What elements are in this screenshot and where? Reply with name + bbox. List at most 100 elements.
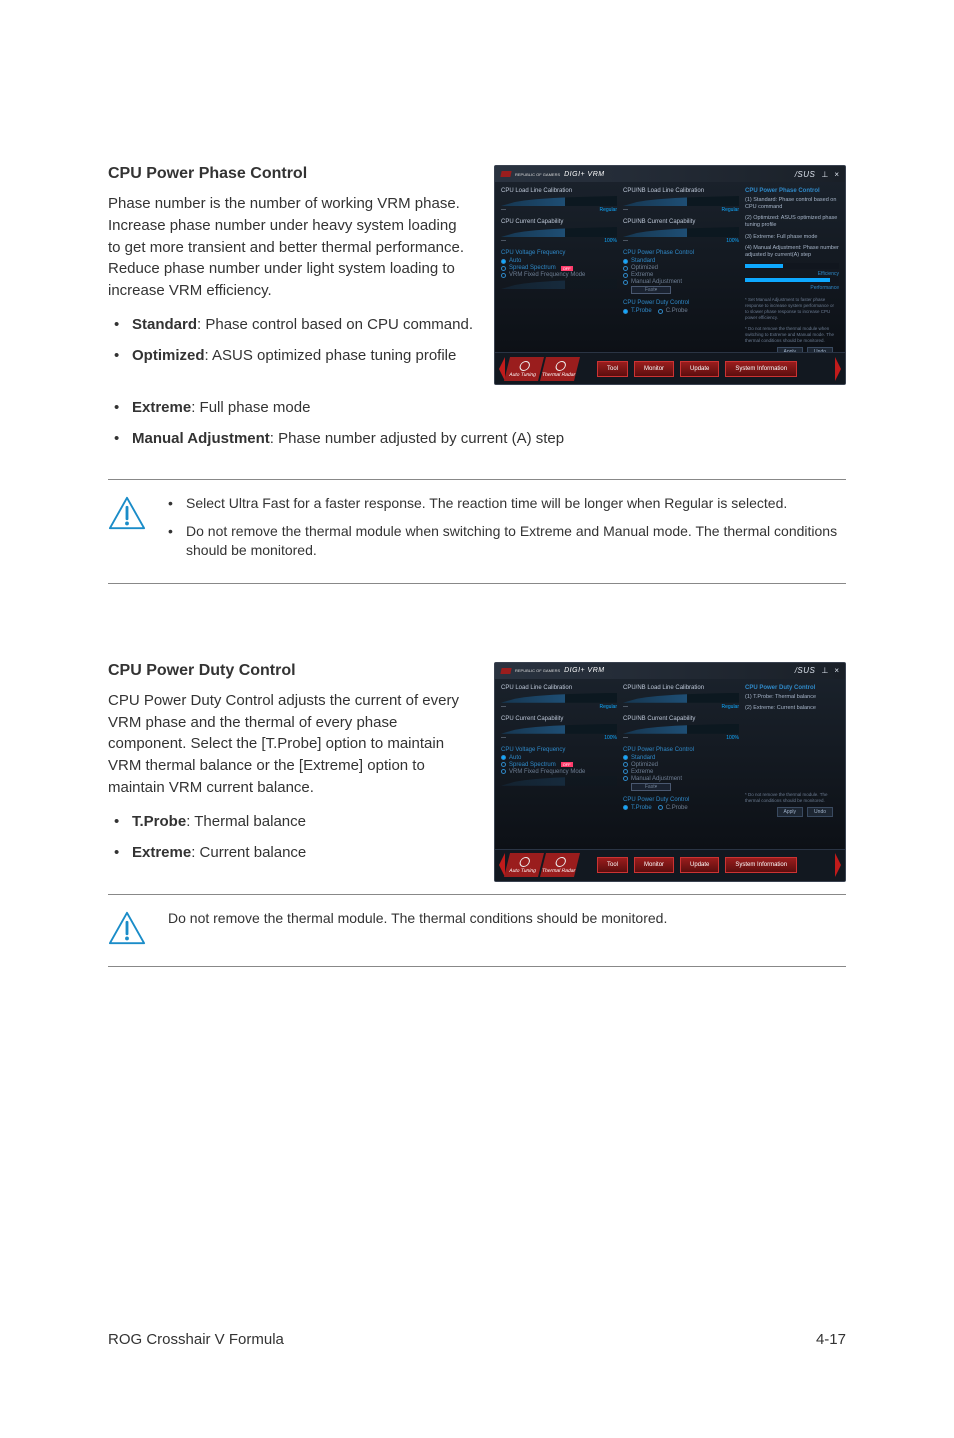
label-cpu-phase: CPU Power Phase Control: [623, 747, 739, 753]
slider-val-100b: 100%: [726, 238, 739, 244]
label-cpu-voltage: CPU Voltage Frequency: [501, 747, 617, 753]
radio-optimized[interactable]: Optimized: [623, 762, 739, 768]
label-cpu-load: CPU Load Line Calibration: [501, 188, 617, 194]
note-item: Select Ultra Fast for a faster response.…: [168, 494, 838, 514]
right-panel-title: CPU Power Duty Control: [745, 685, 839, 691]
close-icon[interactable]: ×: [834, 170, 839, 179]
nav-right-icon[interactable]: [835, 357, 841, 381]
radio-spread[interactable]: Spread SpectrumOFF: [501, 265, 617, 271]
radio-auto[interactable]: Auto: [501, 755, 617, 761]
radio-auto[interactable]: Auto: [501, 258, 617, 264]
slider-val-reg2: Regular: [721, 207, 739, 213]
tab-thermal-radar[interactable]: Thermal Radar: [540, 357, 580, 381]
radio-vrm-fixed[interactable]: VRM Fixed Frequency Mode: [501, 769, 617, 775]
page-content: REPUBLIC OF GAMERS DIGI+ VRM /SUS ⊥ × CP…: [0, 0, 954, 967]
radio-extreme[interactable]: Extreme: [623, 769, 739, 775]
label-cpu-duty: CPU Power Duty Control: [623, 797, 739, 803]
slider-cpunb-load[interactable]: [623, 196, 739, 206]
radio-manual[interactable]: Manual Adjustment: [623, 776, 739, 782]
minimize-icon[interactable]: ⊥: [821, 666, 828, 675]
close-icon[interactable]: ×: [834, 666, 839, 675]
right-item-2: (2) Optimized: ASUS optimized phase tuni…: [745, 215, 839, 229]
titlebar: REPUBLIC OF GAMERS DIGI+ VRM /SUS ⊥ ×: [495, 166, 845, 182]
right-footnote-1: * Set Manual Adjustment to faster phase …: [745, 297, 839, 320]
footer-bar: Auto Tuning Thermal Radar Tool Monitor U…: [495, 352, 845, 384]
footer-left: ROG Crosshair V Formula: [108, 1331, 284, 1348]
right-footnote-2: * Do not remove the thermal module when …: [745, 326, 839, 344]
label-cpunb-load: CPU/NB Load Line Calibration: [623, 188, 739, 194]
right-panel-title: CPU Power Phase Control: [745, 188, 839, 194]
label-cpu-load: CPU Load Line Calibration: [501, 685, 617, 691]
bar-label-perf: Performance: [810, 285, 839, 291]
right-item-3: (3) Extreme: Full phase mode: [745, 234, 839, 241]
list-item: T.Probe: Thermal balance: [132, 811, 846, 832]
right-item-2: (2) Extreme: Current balance: [745, 705, 839, 712]
slider-val-100: 100%: [604, 238, 617, 244]
right-footnote: * Do not remove the thermal module. The …: [745, 792, 839, 804]
section2-intro: CPU Power Duty Control adjusts the curre…: [108, 690, 466, 799]
brand-text: /SUS: [795, 170, 816, 179]
section-duty-control: REPUBLIC OF GAMERS DIGI+ VRM /SUS ⊥ × CP…: [108, 662, 846, 967]
slider-cpu-current[interactable]: [501, 227, 617, 237]
toggle-spread[interactable]: OFF: [561, 266, 573, 271]
app-logo: REPUBLIC OF GAMERS DIGI+ VRM: [501, 171, 605, 178]
right-item-4: (4) Manual Adjustment: Phase number adju…: [745, 245, 839, 259]
list-item: Extreme: Full phase mode: [132, 397, 846, 418]
radio-extreme[interactable]: Extreme: [623, 272, 739, 278]
label-cpunb-load: CPU/NB Load Line Calibration: [623, 685, 739, 691]
logo-text: REPUBLIC OF GAMERS: [515, 172, 560, 177]
bar-efficiency: [745, 263, 839, 269]
radio-standard[interactable]: Standard: [623, 755, 739, 761]
right-item-1: (1) T.Probe: Thermal balance: [745, 694, 839, 701]
radio-vrm-fixed[interactable]: VRM Fixed Frequency Mode: [501, 272, 617, 278]
note-box-2: Do not remove the thermal module. The th…: [108, 894, 846, 967]
slider-val-regular: Regular: [599, 207, 617, 213]
label-cpu-current: CPU Current Capability: [501, 716, 617, 722]
slider-cpu-load[interactable]: [501, 196, 617, 206]
window-controls: /SUS ⊥ ×: [795, 170, 839, 179]
note-text: Do not remove the thermal module. The th…: [168, 909, 667, 929]
note-box-1: Select Ultra Fast for a faster response.…: [108, 479, 846, 584]
toggle-spread[interactable]: OFF: [561, 762, 573, 767]
app-logo: REPUBLIC OF GAMERS DIGI+ VRM: [501, 667, 605, 674]
note-item: Do not remove the thermal module when sw…: [168, 522, 838, 561]
label-cpu-duty: CPU Power Duty Control: [623, 300, 739, 306]
caution-icon: [108, 909, 146, 952]
brand-text: /SUS: [795, 666, 816, 675]
radio-tprobe[interactable]: T.Probe: [623, 308, 652, 314]
logo-text: REPUBLIC OF GAMERS: [515, 668, 560, 673]
slider-cpu-current[interactable]: [501, 724, 617, 734]
tab-auto-tuning[interactable]: Auto Tuning: [504, 357, 544, 381]
right-item-1: (1) Standard: Phase control based on CPU…: [745, 197, 839, 211]
radio-cprobe[interactable]: C.Probe: [658, 308, 688, 314]
list-item: Manual Adjustment: Phase number adjusted…: [132, 428, 846, 449]
update-button[interactable]: Update: [680, 361, 719, 377]
radio-optimized[interactable]: Optimized: [623, 265, 739, 271]
section-phase-control: REPUBLIC OF GAMERS DIGI+ VRM /SUS ⊥ × CP…: [108, 165, 846, 584]
screenshot-phase: REPUBLIC OF GAMERS DIGI+ VRM /SUS ⊥ × CP…: [494, 165, 846, 385]
footer-right: 4-17: [816, 1331, 846, 1348]
dropdown-fast[interactable]: Fast ▾: [631, 286, 671, 294]
dropdown-fast[interactable]: Fast ▾: [631, 783, 671, 791]
slider-vrm-freq: [501, 279, 617, 289]
minimize-icon[interactable]: ⊥: [821, 170, 828, 179]
slider-cpunb-current[interactable]: [623, 227, 739, 237]
tool-button[interactable]: Tool: [597, 361, 628, 377]
bar-performance: [745, 277, 839, 283]
monitor-button[interactable]: Monitor: [634, 361, 674, 377]
list-item: Standard: Phase control based on CPU com…: [132, 314, 490, 335]
slider-cpunb-current[interactable]: [623, 724, 739, 734]
sysinfo-button[interactable]: System Information: [725, 361, 797, 377]
slider-cpu-load[interactable]: [501, 693, 617, 703]
caution-icon: [108, 494, 146, 537]
app-title: DIGI+ VRM: [564, 171, 604, 178]
slider-vrm-freq: [501, 776, 617, 786]
window-controls: /SUS ⊥ ×: [795, 666, 839, 675]
label-cpunb-current: CPU/NB Current Capability: [623, 219, 739, 225]
list-item: Extreme: Current balance: [132, 842, 846, 863]
radio-standard[interactable]: Standard: [623, 258, 739, 264]
label-cpu-voltage: CPU Voltage Frequency: [501, 250, 617, 256]
slider-cpunb-load[interactable]: [623, 693, 739, 703]
radio-manual[interactable]: Manual Adjustment: [623, 279, 739, 285]
radio-spread[interactable]: Spread SpectrumOFF: [501, 762, 617, 768]
